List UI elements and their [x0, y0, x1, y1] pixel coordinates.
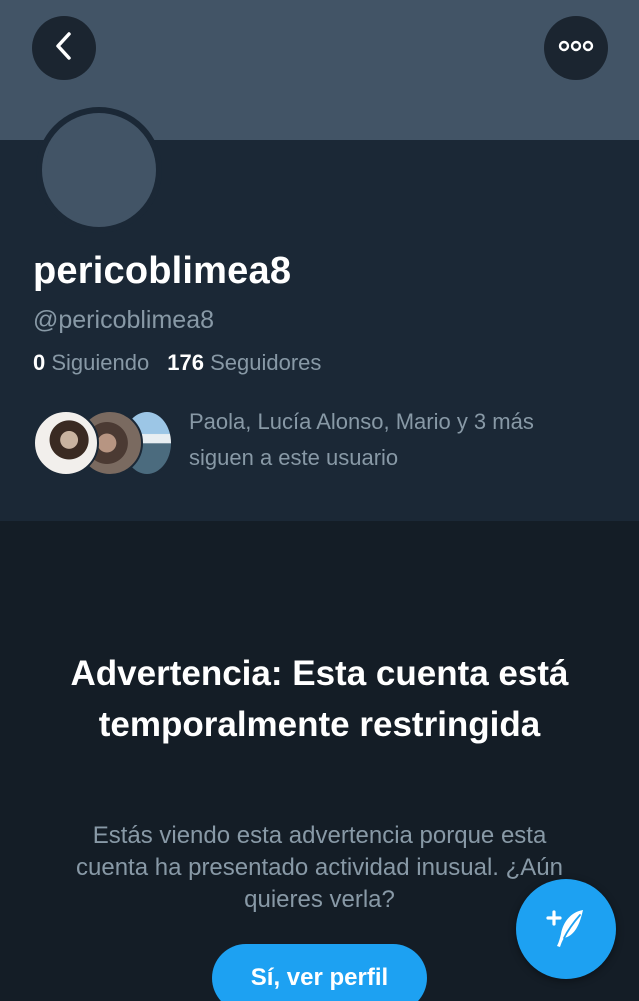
view-profile-button-label: Sí, ver perfil: [250, 964, 389, 991]
following-link[interactable]: 0 Siguiendo: [33, 350, 149, 375]
followers-link[interactable]: 176 Seguidores: [167, 350, 321, 375]
warning-title: Advertencia: Esta cuenta está temporalme…: [70, 654, 569, 744]
avatar[interactable]: [36, 107, 162, 233]
back-button[interactable]: [32, 16, 96, 80]
warning-body: Estás viendo esta advertencia porque est…: [76, 822, 563, 913]
profile-page: pericoblimea8 @pericoblimea8 0 Siguiendo…: [0, 0, 639, 1001]
view-profile-button[interactable]: Sí, ver perfil: [212, 944, 427, 1001]
followers-label: Seguidores: [210, 350, 322, 375]
user-handle: @pericoblimea8: [33, 306, 215, 334]
follow-stats: 0 Siguiendo 176 Seguidores: [33, 350, 321, 376]
followed-by-text[interactable]: Paola, Lucía Alonso, Mario y 3 más sigue…: [189, 404, 609, 476]
compose-tweet-icon: [539, 900, 593, 959]
following-label: Siguiendo: [51, 350, 150, 375]
avatar-placeholder: [42, 113, 156, 227]
following-count: 0: [33, 350, 46, 375]
followed-by-names: Paola, Lucía Alonso, Mario y 3 más: [189, 409, 534, 434]
chevron-left-icon: [53, 31, 75, 66]
more-options-icon: [558, 39, 594, 57]
followed-by-suffix: siguen a este usuario: [189, 445, 399, 470]
more-options-button[interactable]: [544, 16, 608, 80]
compose-tweet-button[interactable]: [516, 879, 616, 979]
follower-avatar: [33, 410, 99, 476]
followers-count: 176: [167, 350, 204, 375]
display-name: pericoblimea8: [33, 250, 292, 292]
